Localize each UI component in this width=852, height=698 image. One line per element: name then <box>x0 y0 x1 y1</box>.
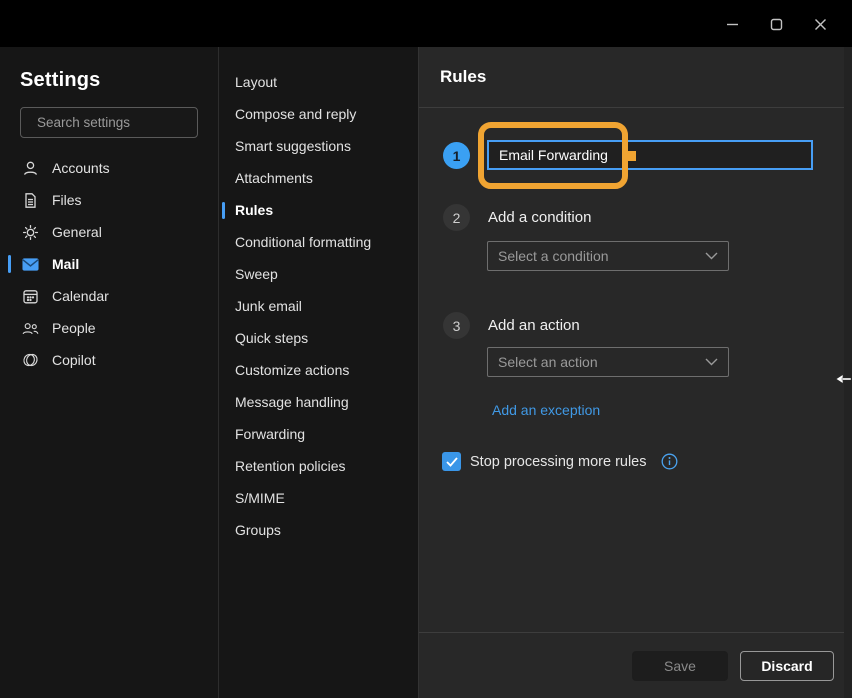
close-icon <box>814 18 827 31</box>
subnav-item-attachments[interactable]: Attachments <box>219 162 418 194</box>
subnav-item-message-handling[interactable]: Message handling <box>219 386 418 418</box>
action-step-label: Add an action <box>488 317 580 334</box>
rules-footer: Save Discard <box>419 632 852 698</box>
subnav-item-forwarding[interactable]: Forwarding <box>219 418 418 450</box>
calendar-icon <box>22 288 39 305</box>
sidebar-item-mail[interactable]: Mail <box>0 248 218 280</box>
sidebar-item-label: Calendar <box>52 288 109 304</box>
maximize-icon <box>770 18 783 31</box>
sidebar-item-copilot[interactable]: Copilot <box>0 344 218 376</box>
subnav-item-groups[interactable]: Groups <box>219 514 418 546</box>
sidebar-item-label: People <box>52 320 96 336</box>
sidebar-item-files[interactable]: Files <box>0 184 218 216</box>
subnav-item-layout[interactable]: Layout <box>219 66 418 98</box>
stop-processing-label: Stop processing more rules <box>470 454 647 470</box>
mouse-cursor <box>836 372 851 390</box>
subnav-item-compose-and-reply[interactable]: Compose and reply <box>219 98 418 130</box>
page-title: Rules <box>440 67 486 87</box>
action-dropdown-value: Select an action <box>498 354 705 370</box>
step-2-badge: 2 <box>443 204 470 231</box>
sidebar-item-people[interactable]: People <box>0 312 218 344</box>
sidebar-item-label: Copilot <box>52 352 96 368</box>
sidebar-item-label: Files <box>52 192 82 208</box>
sidebar-item-general[interactable]: General <box>0 216 218 248</box>
settings-sidebar: Settings Accounts <box>0 47 219 698</box>
file-icon <box>22 192 39 209</box>
step-3-badge: 3 <box>443 312 470 339</box>
window-controls <box>710 8 842 40</box>
maximize-button[interactable] <box>754 8 798 40</box>
titlebar <box>0 0 852 47</box>
subnav-item-retention-policies[interactable]: Retention policies <box>219 450 418 482</box>
person-icon <box>22 160 39 177</box>
subnav-item-smime[interactable]: S/MIME <box>219 482 418 514</box>
selected-indicator <box>8 255 11 273</box>
subnav-item-junk-email[interactable]: Junk email <box>219 290 418 322</box>
close-button[interactable] <box>798 8 842 40</box>
people-icon <box>22 320 39 337</box>
settings-window: Settings Accounts <box>0 0 852 698</box>
sidebar-item-label: Accounts <box>52 160 110 176</box>
info-icon[interactable] <box>661 453 678 470</box>
subnav-item-customize-actions[interactable]: Customize actions <box>219 354 418 386</box>
stop-processing-row: Stop processing more rules <box>442 452 678 471</box>
mail-icon <box>22 256 39 273</box>
subnav-item-quick-steps[interactable]: Quick steps <box>219 322 418 354</box>
sidebar-item-label: General <box>52 224 102 240</box>
gear-icon <box>22 224 39 241</box>
chevron-down-icon <box>705 252 718 260</box>
sidebar-item-calendar[interactable]: Calendar <box>0 280 218 312</box>
subnav-item-sweep[interactable]: Sweep <box>219 258 418 290</box>
copilot-icon <box>22 352 39 369</box>
condition-step-label: Add a condition <box>488 209 591 226</box>
check-icon <box>446 457 458 467</box>
rules-header: Rules <box>419 47 852 108</box>
rules-panel: Rules 1 2 Add a condition Select a condi… <box>419 47 852 698</box>
add-exception-link[interactable]: Add an exception <box>492 402 600 418</box>
condition-dropdown-value: Select a condition <box>498 248 705 264</box>
subnav-item-rules[interactable]: Rules <box>219 194 418 226</box>
rule-name-input[interactable] <box>487 140 813 170</box>
save-button[interactable]: Save <box>632 651 728 681</box>
search-box[interactable] <box>20 107 198 138</box>
minimize-icon <box>726 18 739 31</box>
condition-dropdown[interactable]: Select a condition <box>487 241 729 271</box>
sidebar-item-label: Mail <box>52 256 79 272</box>
subnav-item-smart-suggestions[interactable]: Smart suggestions <box>219 130 418 162</box>
search-input[interactable] <box>37 115 214 130</box>
stop-processing-checkbox[interactable] <box>442 452 461 471</box>
rules-body: 1 2 Add a condition Select a condition <box>419 108 852 632</box>
selected-indicator <box>222 202 225 219</box>
sidebar-item-accounts[interactable]: Accounts <box>0 152 218 184</box>
subnav-item-conditional-formatting[interactable]: Conditional formatting <box>219 226 418 258</box>
sidebar-nav: Accounts Files <box>0 152 218 376</box>
action-dropdown[interactable]: Select an action <box>487 347 729 377</box>
mail-settings-subnav: Layout Compose and reply Smart suggestio… <box>219 47 419 698</box>
discard-button[interactable]: Discard <box>740 651 834 681</box>
chevron-down-icon <box>705 358 718 366</box>
step-1-badge: 1 <box>443 142 470 169</box>
settings-title: Settings <box>20 69 218 92</box>
minimize-button[interactable] <box>710 8 754 40</box>
